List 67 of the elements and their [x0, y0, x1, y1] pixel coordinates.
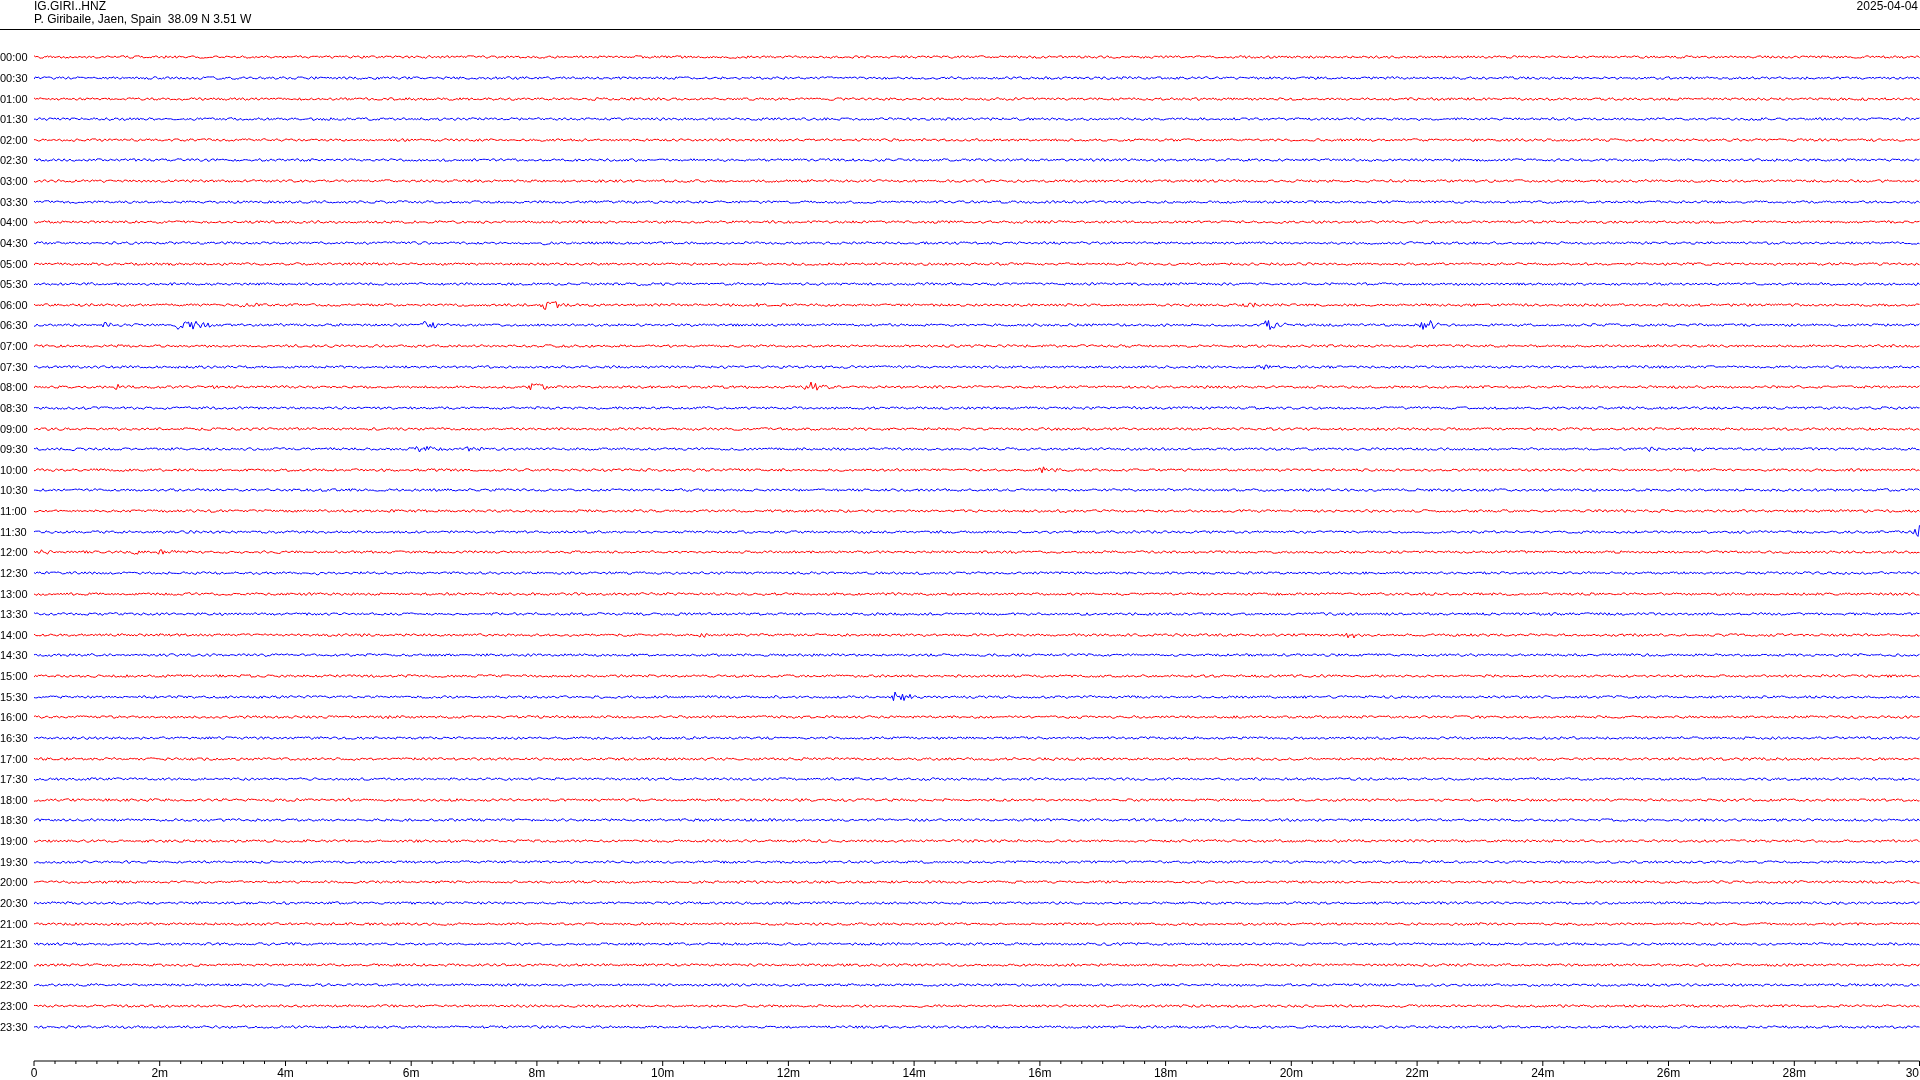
time-label: 22:30	[0, 979, 29, 992]
axis-label: 24m	[1531, 1066, 1555, 1080]
date-label: 2025-04-04	[1856, 0, 1918, 13]
time-label: 10:30	[0, 484, 29, 497]
time-label: 16:30	[0, 731, 29, 744]
axis-label: 28m	[1782, 1066, 1806, 1080]
time-label: 15:00	[0, 670, 29, 683]
time-label: 19:00	[0, 835, 29, 848]
time-label: 13:30	[0, 608, 29, 621]
axis-label: 18m	[1153, 1066, 1178, 1080]
time-label: 14:30	[0, 649, 29, 662]
time-label: 02:30	[0, 154, 29, 167]
time-label: 01:00	[0, 92, 29, 105]
axis-label: 2m	[151, 1066, 169, 1080]
axis-label: 22m	[1405, 1066, 1429, 1080]
axis-label: 6m	[402, 1066, 420, 1080]
station-code: IG.GIRI..HNZ	[34, 0, 107, 13]
time-label: 20:00	[0, 876, 29, 889]
time-label: 23:00	[0, 1000, 29, 1013]
time-label: 08:00	[0, 381, 29, 394]
time-label: 04:00	[0, 216, 29, 229]
time-label: 05:30	[0, 278, 29, 291]
time-label: 12:30	[0, 566, 29, 579]
time-label: 18:30	[0, 814, 29, 827]
time-label: 21:00	[0, 917, 29, 930]
time-label: 18:00	[0, 793, 29, 806]
axis-label: 8m	[528, 1066, 546, 1080]
time-label: 00:00	[0, 51, 29, 64]
time-label: 07:30	[0, 360, 29, 373]
time-label: 03:30	[0, 195, 29, 208]
time-label: 13:00	[0, 587, 29, 600]
time-label: 14:00	[0, 628, 29, 641]
time-label: 17:00	[0, 752, 29, 765]
time-label: 08:30	[0, 401, 29, 414]
time-label: 19:30	[0, 855, 29, 868]
time-label: 06:30	[0, 319, 29, 332]
axis-label: 16m	[1028, 1066, 1052, 1080]
time-label: 20:30	[0, 896, 29, 909]
time-label: 09:30	[0, 443, 29, 456]
time-label: 17:30	[0, 773, 29, 786]
axis-label: 26m	[1656, 1066, 1681, 1080]
time-label: 12:00	[0, 546, 29, 559]
time-label: 01:30	[0, 113, 29, 126]
time-label: 04:30	[0, 236, 29, 249]
axis-label: 0	[30, 1066, 38, 1080]
time-label: 15:30	[0, 690, 29, 703]
axis-label: 30	[1905, 1066, 1919, 1080]
axis-label: 10m	[651, 1066, 675, 1080]
time-label: 07:00	[0, 340, 29, 353]
axis-label: 20m	[1279, 1066, 1303, 1080]
time-label: 10:00	[0, 463, 29, 476]
time-label: 09:00	[0, 422, 29, 435]
time-label: 06:00	[0, 298, 29, 311]
time-label: 23:30	[0, 1020, 29, 1033]
axis-label: 4m	[277, 1066, 294, 1080]
time-label: 00:30	[0, 71, 29, 84]
time-label: 22:00	[0, 958, 29, 971]
axis-label: 14m	[902, 1066, 926, 1080]
time-label: 16:00	[0, 711, 29, 724]
time-label: 21:30	[0, 938, 29, 951]
axis-label: 12m	[776, 1066, 801, 1080]
time-label: 11:00	[0, 505, 28, 518]
time-label: 02:00	[0, 133, 29, 146]
time-label: 05:00	[0, 257, 29, 270]
time-label: 03:00	[0, 175, 29, 188]
station-location: P. Giribaile, Jaen, Spain 38.09 N 3.51 W	[34, 13, 252, 26]
time-label: 11:30	[0, 525, 28, 538]
